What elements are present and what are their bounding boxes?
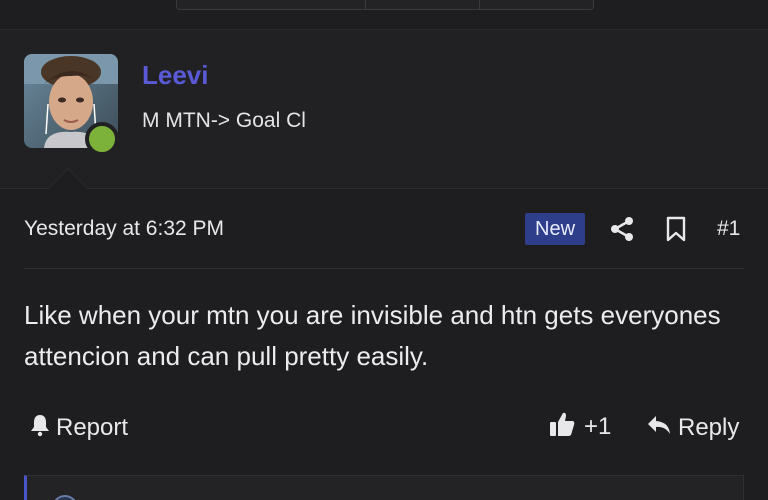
bell-icon: [28, 413, 52, 444]
reply-button[interactable]: Reply: [646, 412, 739, 444]
header-pointer: [48, 169, 88, 189]
header-divider: [0, 188, 768, 189]
author-avatar-wrap[interactable]: [24, 54, 119, 156]
new-badge: New: [525, 213, 586, 245]
segment-divider: [479, 0, 480, 10]
next-post-quote-block: [24, 475, 744, 500]
post-author-header: Leevi M MTN-> Goal Cl: [0, 30, 768, 188]
reply-label: Reply: [678, 414, 740, 441]
post-body-text: Like when your mtn you are invisible and…: [24, 300, 721, 371]
meta-divider: [24, 268, 744, 269]
thumbs-up-icon: [548, 410, 576, 445]
like-count: +1: [584, 413, 612, 440]
share-icon[interactable]: [609, 216, 635, 242]
report-button[interactable]: Report: [28, 412, 128, 444]
post-number-link[interactable]: #1: [717, 217, 740, 241]
author-user-title: M MTN-> Goal Cl: [142, 109, 306, 132]
segment-divider: [365, 0, 366, 10]
author-name-link[interactable]: Leevi: [142, 60, 209, 91]
reply-arrow-icon: [646, 413, 672, 444]
online-status-dot: [85, 122, 119, 156]
like-button[interactable]: +1: [548, 411, 611, 443]
report-label: Report: [56, 414, 129, 441]
post-timestamp-link[interactable]: Yesterday at 6:32 PM: [24, 217, 224, 241]
top-toolbar-strip: [0, 0, 768, 30]
page-nav-segmented-control[interactable]: [176, 0, 594, 10]
bookmark-icon[interactable]: [665, 216, 687, 242]
